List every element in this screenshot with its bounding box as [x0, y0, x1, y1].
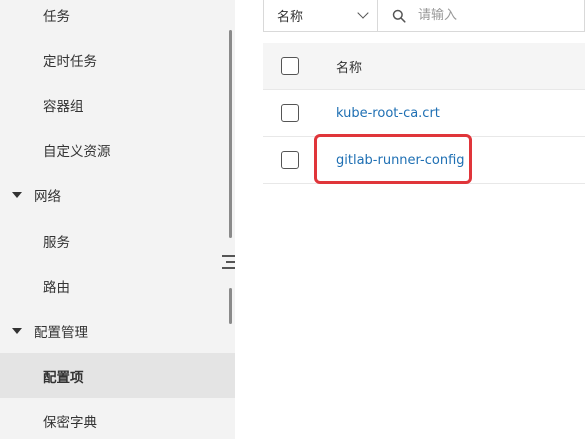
- filter-bar: 名称: [263, 0, 585, 32]
- sidebar-item-label: 定时任务: [43, 53, 97, 70]
- filter-field-select[interactable]: 名称: [264, 0, 378, 31]
- sidebar-item-label: 自定义资源: [43, 143, 111, 160]
- configmap-link[interactable]: kube-root-ca.crt: [336, 106, 440, 121]
- table-row: kube-root-ca.crt: [263, 90, 585, 137]
- row-checkbox[interactable]: [281, 151, 299, 169]
- sidebar: 任务 定时任务 容器组 自定义资源 网络 服务 路由 配置管理 配置项 保密字典: [0, 0, 235, 439]
- configmap-table: 名称 kube-root-ca.crt gitlab-runner-config: [263, 43, 585, 184]
- sidebar-item-jobs[interactable]: 任务: [0, 0, 235, 37]
- table-header: 名称: [263, 43, 585, 90]
- configmap-link-highlighted[interactable]: gitlab-runner-config: [314, 133, 472, 184]
- sidebar-group-config[interactable]: 配置管理: [0, 308, 235, 353]
- sidebar-group-label: 配置管理: [34, 324, 88, 341]
- configmap-link-text: gitlab-runner-config: [336, 152, 465, 168]
- sidebar-scrollbar[interactable]: [229, 30, 232, 238]
- select-all-checkbox[interactable]: [281, 57, 299, 75]
- sidebar-item-custom-resources[interactable]: 自定义资源: [0, 127, 235, 172]
- caret-down-icon: [12, 191, 22, 198]
- caret-down-icon: [12, 327, 22, 334]
- chevron-down-icon: [357, 7, 369, 19]
- sidebar-item-label: 保密字典: [43, 414, 97, 431]
- sidebar-item-label: 路由: [43, 279, 70, 296]
- sidebar-item-secrets[interactable]: 保密字典: [0, 398, 235, 439]
- table-row: gitlab-runner-config: [263, 133, 585, 184]
- sidebar-item-label: 任务: [43, 8, 70, 25]
- main-content: 名称 名称 kube-root-ca.crt gitlab-runner-con…: [235, 0, 585, 439]
- filter-field-label: 名称: [277, 10, 304, 25]
- sidebar-group-label: 网络: [34, 188, 61, 205]
- sidebar-group-network[interactable]: 网络: [0, 172, 235, 217]
- sidebar-item-label: 服务: [43, 234, 70, 251]
- search-icon: [392, 9, 406, 23]
- search-input[interactable]: [418, 8, 568, 23]
- sidebar-item-pods[interactable]: 容器组: [0, 82, 235, 127]
- row-checkbox[interactable]: [281, 104, 299, 122]
- sidebar-item-configmaps[interactable]: 配置项: [0, 353, 235, 398]
- sidebar-scrollbar-lower[interactable]: [229, 288, 232, 324]
- column-header-name[interactable]: 名称: [336, 57, 362, 76]
- sidebar-item-routes[interactable]: 路由: [0, 263, 235, 308]
- sidebar-item-label: 容器组: [43, 98, 84, 115]
- search-box: [378, 0, 584, 31]
- sidebar-item-services[interactable]: 服务: [0, 218, 235, 263]
- sidebar-item-label: 配置项: [43, 369, 84, 386]
- collapse-sidebar-icon[interactable]: [222, 254, 235, 270]
- sidebar-item-cronjobs[interactable]: 定时任务: [0, 37, 235, 82]
